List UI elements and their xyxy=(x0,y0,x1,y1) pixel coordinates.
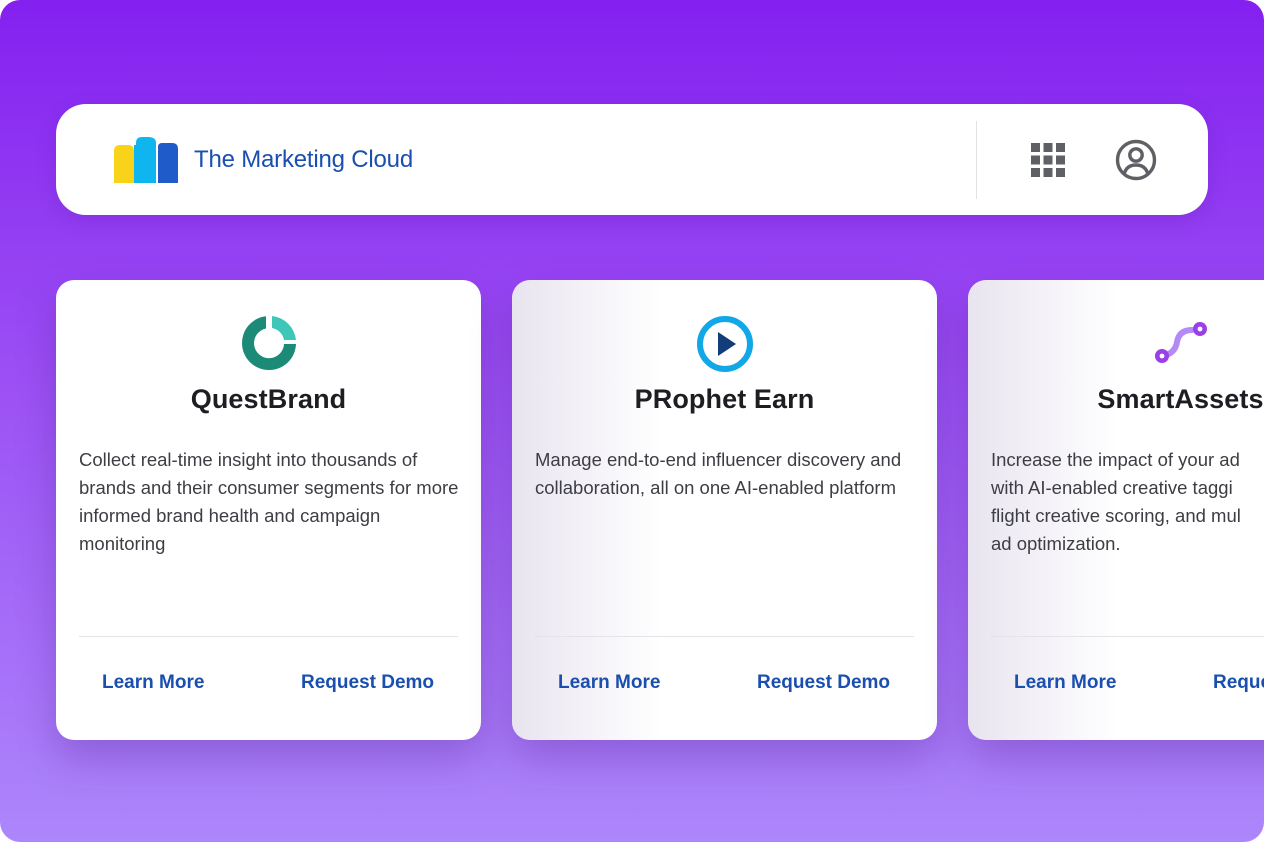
product-card-prophet-earn: PRophet Earn Manage end-to-end influence… xyxy=(512,280,937,740)
learn-more-link[interactable]: Learn More xyxy=(558,672,660,694)
play-circle-icon xyxy=(696,316,753,372)
learn-more-link[interactable]: Learn More xyxy=(1014,672,1116,694)
brand-name: The Marketing Cloud xyxy=(194,146,413,173)
description-line: with AI-enabled creative taggi xyxy=(991,477,1233,498)
user-circle-icon xyxy=(1115,139,1157,181)
card-divider xyxy=(535,636,914,637)
description-line: flight creative scoring, and mul xyxy=(991,505,1241,526)
grid-apps-icon xyxy=(1031,143,1065,177)
card-title: QuestBrand xyxy=(190,384,347,414)
card-title: PRophet Earn xyxy=(634,384,815,414)
card-divider xyxy=(991,636,1264,637)
card-divider xyxy=(79,636,458,637)
description-line: ad optimization. xyxy=(991,533,1121,554)
page-background: The Marketing Cloud QuestBrand Collect r… xyxy=(0,0,1264,842)
questbrand-ring-icon xyxy=(241,316,296,371)
card-description: Collect real-time insight into thousands… xyxy=(79,449,459,554)
card-description: Manage end-to-end influencer discovery a… xyxy=(535,449,902,498)
learn-more-link[interactable]: Learn More xyxy=(102,672,204,694)
header-divider xyxy=(976,121,977,199)
request-demo-link[interactable]: Request Demo xyxy=(757,672,890,694)
card-title: SmartAssets xyxy=(1097,384,1264,414)
product-card-smartassets: SmartAssets Increase the impact of your … xyxy=(968,280,1264,740)
account-button[interactable] xyxy=(1114,138,1158,182)
connected-nodes-icon xyxy=(1154,322,1207,363)
top-navigation-bar: The Marketing Cloud xyxy=(56,104,1208,215)
marketing-cloud-logo-icon xyxy=(114,137,178,183)
apps-button[interactable] xyxy=(1030,142,1066,178)
description-line: Increase the impact of your ad xyxy=(991,449,1240,470)
product-card-questbrand: QuestBrand Collect real-time insight int… xyxy=(56,280,481,740)
brand[interactable]: The Marketing Cloud xyxy=(114,137,413,183)
card-description: Increase the impact of your ad with AI-e… xyxy=(991,446,1264,558)
request-demo-link[interactable]: Reque xyxy=(1213,672,1264,694)
request-demo-link[interactable]: Request Demo xyxy=(301,672,434,694)
